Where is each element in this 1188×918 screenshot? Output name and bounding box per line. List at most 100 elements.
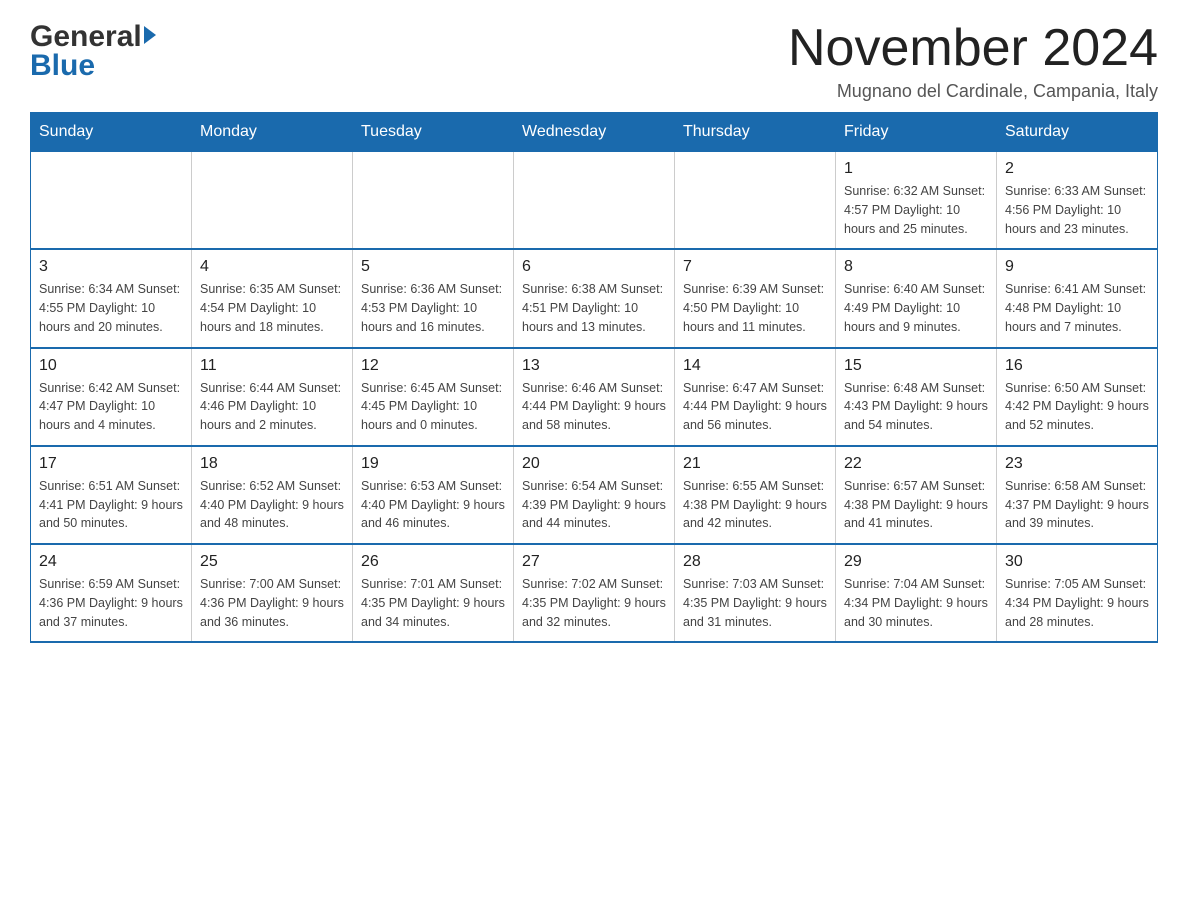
logo: General Blue <box>30 20 156 83</box>
calendar-cell: 22 Sunrise: 6:57 AM Sunset: 4:38 PM Dayli… <box>836 446 997 544</box>
weekday-header-saturday: Saturday <box>997 113 1158 152</box>
calendar-cell: 19 Sunrise: 6:53 AM Sunset: 4:40 PM Dayli… <box>353 446 514 544</box>
calendar-cell: 25Sunrise: 7:00 AM Sunset: 4:36 PM Dayli… <box>192 544 353 642</box>
calendar-cell: 10 Sunrise: 6:42 AM Sunset: 4:47 PM Dayli… <box>31 348 192 446</box>
day-number: 7 <box>683 258 827 276</box>
calendar-cell: 18Sunrise: 6:52 AM Sunset: 4:40 PM Dayli… <box>192 446 353 544</box>
calendar-cell: 30Sunrise: 7:05 AM Sunset: 4:34 PM Dayli… <box>997 544 1158 642</box>
day-info: Sunrise: 6:45 AM Sunset: 4:45 PM Dayligh… <box>361 379 505 435</box>
day-number: 29 <box>844 553 988 571</box>
day-info: Sunrise: 6:52 AM Sunset: 4:40 PM Dayligh… <box>200 477 344 533</box>
day-info: Sunrise: 6:46 AM Sunset: 4:44 PM Dayligh… <box>522 379 666 435</box>
calendar-cell: 9 Sunrise: 6:41 AM Sunset: 4:48 PM Daylig… <box>997 249 1158 347</box>
day-number: 30 <box>1005 553 1149 571</box>
day-info: Sunrise: 6:33 AM Sunset: 4:56 PM Dayligh… <box>1005 182 1149 238</box>
calendar-cell: 23 Sunrise: 6:58 AM Sunset: 4:37 PM Dayli… <box>997 446 1158 544</box>
calendar-cell: 13 Sunrise: 6:46 AM Sunset: 4:44 PM Dayli… <box>514 348 675 446</box>
page-header: General Blue November 2024 Mugnano del C… <box>30 20 1158 102</box>
calendar-cell: 1 Sunrise: 6:32 AM Sunset: 4:57 PM Daylig… <box>836 152 997 250</box>
day-info: Sunrise: 6:38 AM Sunset: 4:51 PM Dayligh… <box>522 280 666 336</box>
day-number: 4 <box>200 258 344 276</box>
day-number: 2 <box>1005 160 1149 178</box>
day-number: 20 <box>522 455 666 473</box>
day-number: 3 <box>39 258 183 276</box>
calendar-cell: 5Sunrise: 6:36 AM Sunset: 4:53 PM Daylig… <box>353 249 514 347</box>
calendar-cell <box>31 152 192 250</box>
day-number: 22 <box>844 455 988 473</box>
day-info: Sunrise: 6:59 AM Sunset: 4:36 PM Dayligh… <box>39 575 183 631</box>
day-info: Sunrise: 6:40 AM Sunset: 4:49 PM Dayligh… <box>844 280 988 336</box>
day-number: 23 <box>1005 455 1149 473</box>
day-number: 14 <box>683 357 827 375</box>
calendar-subtitle: Mugnano del Cardinale, Campania, Italy <box>788 81 1158 102</box>
day-info: Sunrise: 6:35 AM Sunset: 4:54 PM Dayligh… <box>200 280 344 336</box>
day-info: Sunrise: 6:54 AM Sunset: 4:39 PM Dayligh… <box>522 477 666 533</box>
calendar-cell: 24 Sunrise: 6:59 AM Sunset: 4:36 PM Dayli… <box>31 544 192 642</box>
calendar-cell: 8Sunrise: 6:40 AM Sunset: 4:49 PM Daylig… <box>836 249 997 347</box>
day-info: Sunrise: 6:58 AM Sunset: 4:37 PM Dayligh… <box>1005 477 1149 533</box>
day-info: Sunrise: 7:01 AM Sunset: 4:35 PM Dayligh… <box>361 575 505 631</box>
logo-arrow-icon <box>144 26 156 44</box>
day-number: 11 <box>200 357 344 375</box>
calendar-cell: 7 Sunrise: 6:39 AM Sunset: 4:50 PM Daylig… <box>675 249 836 347</box>
weekday-header-sunday: Sunday <box>31 113 192 152</box>
day-info: Sunrise: 6:44 AM Sunset: 4:46 PM Dayligh… <box>200 379 344 435</box>
calendar-week-row: 10 Sunrise: 6:42 AM Sunset: 4:47 PM Dayli… <box>31 348 1158 446</box>
calendar-week-row: 17 Sunrise: 6:51 AM Sunset: 4:41 PM Dayli… <box>31 446 1158 544</box>
calendar-cell: 28 Sunrise: 7:03 AM Sunset: 4:35 PM Dayli… <box>675 544 836 642</box>
day-number: 27 <box>522 553 666 571</box>
calendar-cell <box>353 152 514 250</box>
day-info: Sunrise: 6:50 AM Sunset: 4:42 PM Dayligh… <box>1005 379 1149 435</box>
logo-blue-text: Blue <box>30 49 156 83</box>
day-info: Sunrise: 6:42 AM Sunset: 4:47 PM Dayligh… <box>39 379 183 435</box>
calendar-cell: 4 Sunrise: 6:35 AM Sunset: 4:54 PM Daylig… <box>192 249 353 347</box>
calendar-week-row: 3 Sunrise: 6:34 AM Sunset: 4:55 PM Daylig… <box>31 249 1158 347</box>
day-info: Sunrise: 6:34 AM Sunset: 4:55 PM Dayligh… <box>39 280 183 336</box>
calendar-cell: 27 Sunrise: 7:02 AM Sunset: 4:35 PM Dayli… <box>514 544 675 642</box>
calendar-table: SundayMondayTuesdayWednesdayThursdayFrid… <box>30 112 1158 643</box>
day-info: Sunrise: 6:39 AM Sunset: 4:50 PM Dayligh… <box>683 280 827 336</box>
weekday-header-monday: Monday <box>192 113 353 152</box>
day-info: Sunrise: 6:41 AM Sunset: 4:48 PM Dayligh… <box>1005 280 1149 336</box>
calendar-cell: 15Sunrise: 6:48 AM Sunset: 4:43 PM Dayli… <box>836 348 997 446</box>
calendar-cell: 29Sunrise: 7:04 AM Sunset: 4:34 PM Dayli… <box>836 544 997 642</box>
calendar-title: November 2024 <box>788 20 1158 77</box>
day-number: 21 <box>683 455 827 473</box>
calendar-body: 1 Sunrise: 6:32 AM Sunset: 4:57 PM Daylig… <box>31 152 1158 643</box>
day-number: 28 <box>683 553 827 571</box>
calendar-cell: 2 Sunrise: 6:33 AM Sunset: 4:56 PM Daylig… <box>997 152 1158 250</box>
day-info: Sunrise: 6:57 AM Sunset: 4:38 PM Dayligh… <box>844 477 988 533</box>
day-number: 9 <box>1005 258 1149 276</box>
day-info: Sunrise: 7:03 AM Sunset: 4:35 PM Dayligh… <box>683 575 827 631</box>
day-info: Sunrise: 7:02 AM Sunset: 4:35 PM Dayligh… <box>522 575 666 631</box>
day-number: 16 <box>1005 357 1149 375</box>
day-number: 24 <box>39 553 183 571</box>
weekday-header-thursday: Thursday <box>675 113 836 152</box>
day-number: 6 <box>522 258 666 276</box>
calendar-cell: 21 Sunrise: 6:55 AM Sunset: 4:38 PM Dayli… <box>675 446 836 544</box>
day-number: 17 <box>39 455 183 473</box>
day-info: Sunrise: 6:55 AM Sunset: 4:38 PM Dayligh… <box>683 477 827 533</box>
weekday-header-tuesday: Tuesday <box>353 113 514 152</box>
day-info: Sunrise: 6:53 AM Sunset: 4:40 PM Dayligh… <box>361 477 505 533</box>
calendar-cell: 20 Sunrise: 6:54 AM Sunset: 4:39 PM Dayli… <box>514 446 675 544</box>
day-number: 12 <box>361 357 505 375</box>
day-number: 25 <box>200 553 344 571</box>
title-area: November 2024 Mugnano del Cardinale, Cam… <box>788 20 1158 102</box>
calendar-cell: 6 Sunrise: 6:38 AM Sunset: 4:51 PM Daylig… <box>514 249 675 347</box>
calendar-cell <box>514 152 675 250</box>
day-number: 26 <box>361 553 505 571</box>
day-info: Sunrise: 6:32 AM Sunset: 4:57 PM Dayligh… <box>844 182 988 238</box>
day-number: 10 <box>39 357 183 375</box>
calendar-cell: 11 Sunrise: 6:44 AM Sunset: 4:46 PM Dayli… <box>192 348 353 446</box>
day-info: Sunrise: 6:48 AM Sunset: 4:43 PM Dayligh… <box>844 379 988 435</box>
day-number: 5 <box>361 258 505 276</box>
calendar-week-row: 24 Sunrise: 6:59 AM Sunset: 4:36 PM Dayli… <box>31 544 1158 642</box>
day-number: 1 <box>844 160 988 178</box>
calendar-cell: 3 Sunrise: 6:34 AM Sunset: 4:55 PM Daylig… <box>31 249 192 347</box>
calendar-cell: 26 Sunrise: 7:01 AM Sunset: 4:35 PM Dayli… <box>353 544 514 642</box>
day-info: Sunrise: 6:51 AM Sunset: 4:41 PM Dayligh… <box>39 477 183 533</box>
day-number: 19 <box>361 455 505 473</box>
day-number: 13 <box>522 357 666 375</box>
calendar-cell <box>192 152 353 250</box>
